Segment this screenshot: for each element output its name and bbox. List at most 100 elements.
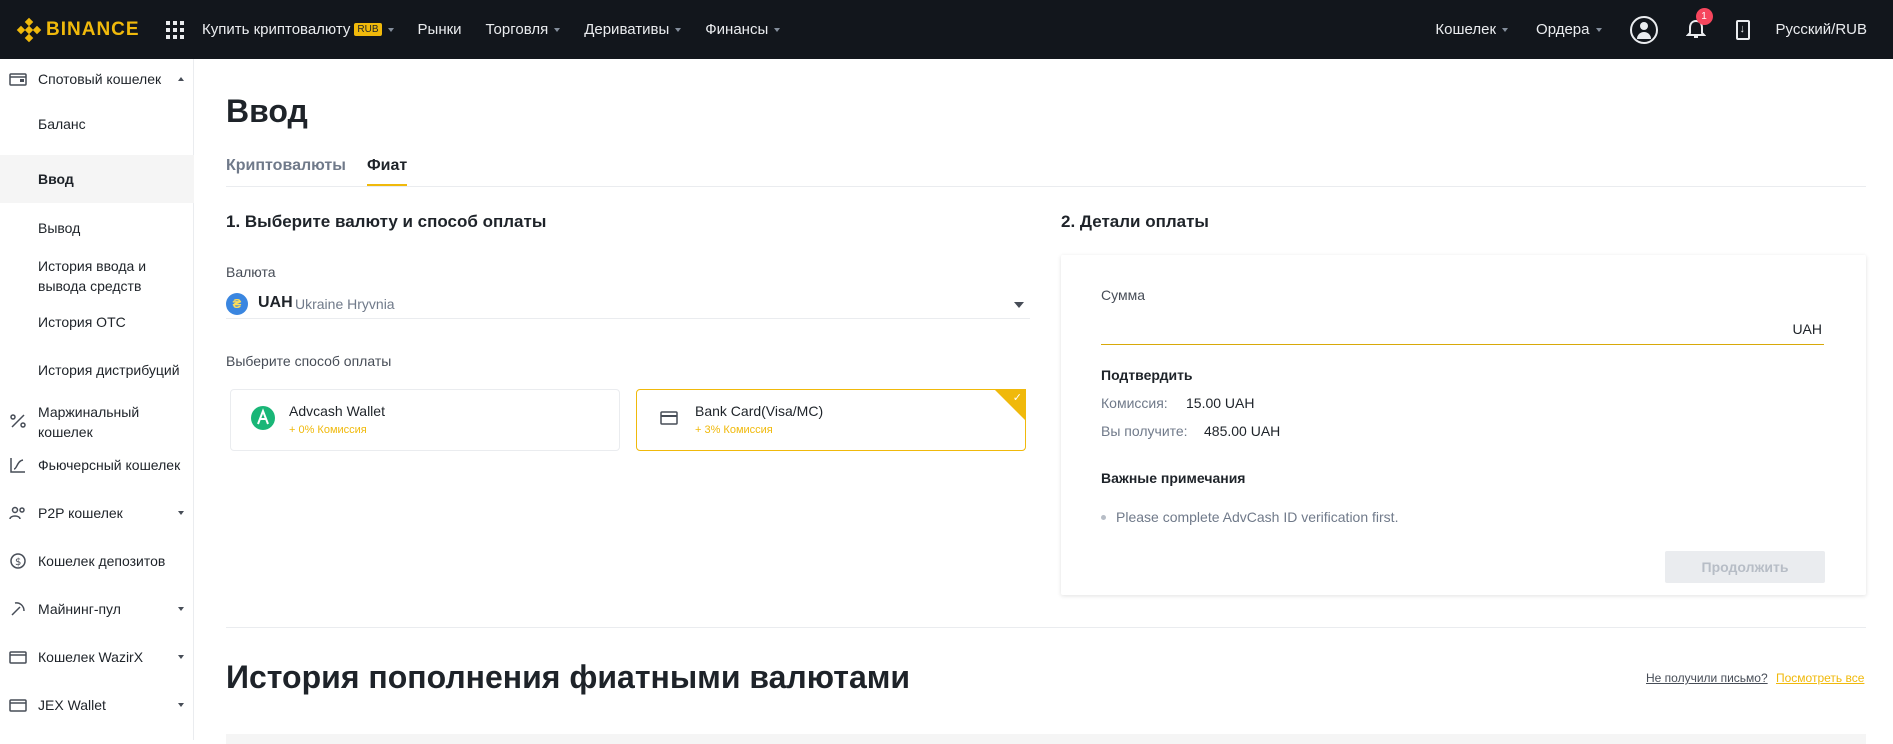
currency-badge: RUB <box>354 23 382 36</box>
sidebar-item-label: JEX Wallet <box>38 697 106 713</box>
payment-method-name: Bank Card(Visa/MC) <box>695 403 824 419</box>
chevron-down-icon <box>387 27 394 32</box>
deposit-tabs: Криптовалюты Фиат <box>226 157 1866 187</box>
wallet-icon <box>9 699 27 712</box>
notification-count-badge: 1 <box>1695 7 1713 25</box>
margin-icon <box>10 414 26 428</box>
binance-logo[interactable]: BINANCE <box>16 17 154 42</box>
continue-button[interactable]: Продолжить <box>1665 551 1825 583</box>
currency-name: Ukraine Hryvnia <box>295 296 395 312</box>
sidebar-item-jex-wallet[interactable]: JEX Wallet <box>0 690 194 720</box>
nav-label: Деривативы <box>584 21 670 38</box>
chevron-down-icon <box>1502 27 1509 32</box>
nav-label: Рынки <box>417 21 462 38</box>
coin-icon: $ <box>10 553 26 569</box>
sidebar-item-label: Майнинг-пул <box>38 601 121 617</box>
pickaxe-icon <box>11 602 25 616</box>
payment-method-fee: + 3% Комиссия <box>695 424 773 436</box>
fee-value: 15.00 UAH <box>1186 395 1255 411</box>
fiat-history-title: История пополнения фиатными валютами <box>226 659 911 695</box>
language-currency-selector[interactable]: Русский/RUB <box>1776 21 1868 38</box>
sidebar-item-label: Спотовый кошелек <box>38 71 162 87</box>
no-email-link[interactable]: Не получили письмо? <box>1646 671 1768 685</box>
confirm-title: Подтвердить <box>1101 367 1193 383</box>
chevron-down-icon <box>554 27 561 32</box>
currency-select[interactable]: ₴ UAH Ukraine Hryvnia <box>226 293 1030 319</box>
sidebar-item-label: История ввода и вывода средств <box>38 258 147 294</box>
chevron-down-icon <box>675 27 682 32</box>
currency-label: Валюта <box>226 264 276 280</box>
payment-details-panel: Сумма UAH Подтвердить Комиссия: 15.00 UA… <box>1061 255 1866 595</box>
notifications-bell-icon[interactable]: 1 <box>1685 7 1713 41</box>
see-all-link[interactable]: Посмотреть все <box>1776 671 1864 685</box>
sidebar-item-balance[interactable]: Баланс <box>0 109 194 139</box>
sidebar-item-futures-wallet[interactable]: Фьючерсный кошелек <box>0 450 194 480</box>
sidebar-item-label: Вывод <box>38 220 81 236</box>
header-right-nav: Кошелек Ордера 1 Русский/RUB <box>1435 0 1893 59</box>
amount-field[interactable]: UAH <box>1101 315 1824 345</box>
sidebar-item-mining-pool[interactable]: Майнинг-пул <box>0 594 194 624</box>
payment-method-name: Advcash Wallet <box>289 403 385 419</box>
nav-label: Купить криптовалюту <box>202 21 351 38</box>
nav-wallet[interactable]: Кошелек <box>1435 21 1509 38</box>
sidebar-item-label: P2P кошелек <box>38 505 123 521</box>
sidebar-item-p2p-wallet[interactable]: P2P кошелек <box>0 498 194 528</box>
payment-method-label: Выберите способ оплаты <box>226 353 392 369</box>
note-text: Please complete AdvCash ID verification … <box>1116 509 1399 525</box>
chevron-down-icon <box>774 27 781 32</box>
sidebar-item-deposit[interactable]: Ввод <box>0 155 194 203</box>
receive-label: Вы получите: <box>1101 423 1188 439</box>
download-app-icon[interactable] <box>1735 19 1750 40</box>
nav-orders[interactable]: Ордера <box>1536 21 1602 38</box>
svg-text:$: $ <box>15 557 21 568</box>
sidebar-item-label: Фьючерсный кошелек <box>38 457 181 473</box>
currency-code: UAH <box>258 294 293 311</box>
chevron-down-icon <box>178 655 184 659</box>
user-profile-icon[interactable] <box>1629 15 1658 44</box>
payment-method-bank-card[interactable]: Bank Card(Visa/MC) + 3% Комиссия ✓ <box>636 389 1026 451</box>
page-title: Ввод <box>226 93 308 129</box>
nav-finance[interactable]: Финансы <box>705 21 781 38</box>
nav-trade[interactable]: Торговля <box>486 21 561 38</box>
top-navigation-bar: BINANCE Купить криптовалюту RUB Рынки То… <box>0 0 1893 59</box>
nav-label: Кошелек <box>1435 21 1497 38</box>
sidebar-item-otc-history[interactable]: История OTC <box>0 307 194 337</box>
wallet-icon <box>9 651 27 664</box>
chevron-down-icon <box>178 511 184 515</box>
payment-method-advcash[interactable]: Advcash Wallet + 0% Комиссия <box>230 389 620 451</box>
sidebar-item-savings-wallet[interactable]: $ Кошелек депозитов <box>0 546 194 576</box>
sidebar-item-wazirx-wallet[interactable]: Кошелек WazirX <box>0 642 194 672</box>
advcash-icon <box>251 406 275 430</box>
nav-label: Ордера <box>1536 21 1590 38</box>
important-note-item: Please complete AdvCash ID verification … <box>1101 509 1398 525</box>
nav-derivatives[interactable]: Деривативы <box>584 21 682 38</box>
sidebar-item-distribution-history[interactable]: История дистрибуций <box>0 355 194 385</box>
bank-card-icon <box>660 411 678 425</box>
sidebar-item-label: Ввод <box>38 171 74 187</box>
sidebar-item-spot-wallet[interactable]: Спотовый кошелек <box>0 59 194 99</box>
sidebar-item-withdraw[interactable]: Вывод <box>0 213 194 243</box>
chevron-down-icon <box>1595 27 1602 32</box>
nav-markets[interactable]: Рынки <box>418 21 462 38</box>
tab-crypto[interactable]: Криптовалюты <box>226 157 346 175</box>
tab-fiat[interactable]: Фиат <box>367 157 408 186</box>
check-icon: ✓ <box>1012 392 1022 404</box>
amount-input[interactable] <box>1101 315 1741 343</box>
chevron-down-icon <box>178 703 184 707</box>
history-table-header <box>226 734 1866 744</box>
nav-buy-crypto[interactable]: Купить криптовалюту RUB <box>202 21 394 38</box>
futures-icon <box>10 458 25 473</box>
sidebar-item-transaction-history[interactable]: История ввода и вывода средств <box>0 253 194 297</box>
nav-label: Финансы <box>705 21 769 38</box>
chevron-down-icon <box>1014 302 1024 308</box>
uah-coin-icon: ₴ <box>226 293 248 315</box>
receive-value: 485.00 UAH <box>1204 423 1281 439</box>
sidebar-item-label: Кошелек депозитов <box>38 553 166 569</box>
sidebar-item-label: Кошелек WazirX <box>38 649 144 665</box>
sidebar-item-margin-wallet[interactable]: Маржинальный кошелек <box>0 399 194 443</box>
apps-grid-icon[interactable] <box>166 20 184 39</box>
amount-label: Сумма <box>1101 287 1145 303</box>
sidebar-item-label: История OTC <box>38 314 126 330</box>
sidebar-item-label: История дистрибуций <box>38 362 180 378</box>
step1-title: 1. Выберите валюту и способ оплаты <box>226 212 547 231</box>
